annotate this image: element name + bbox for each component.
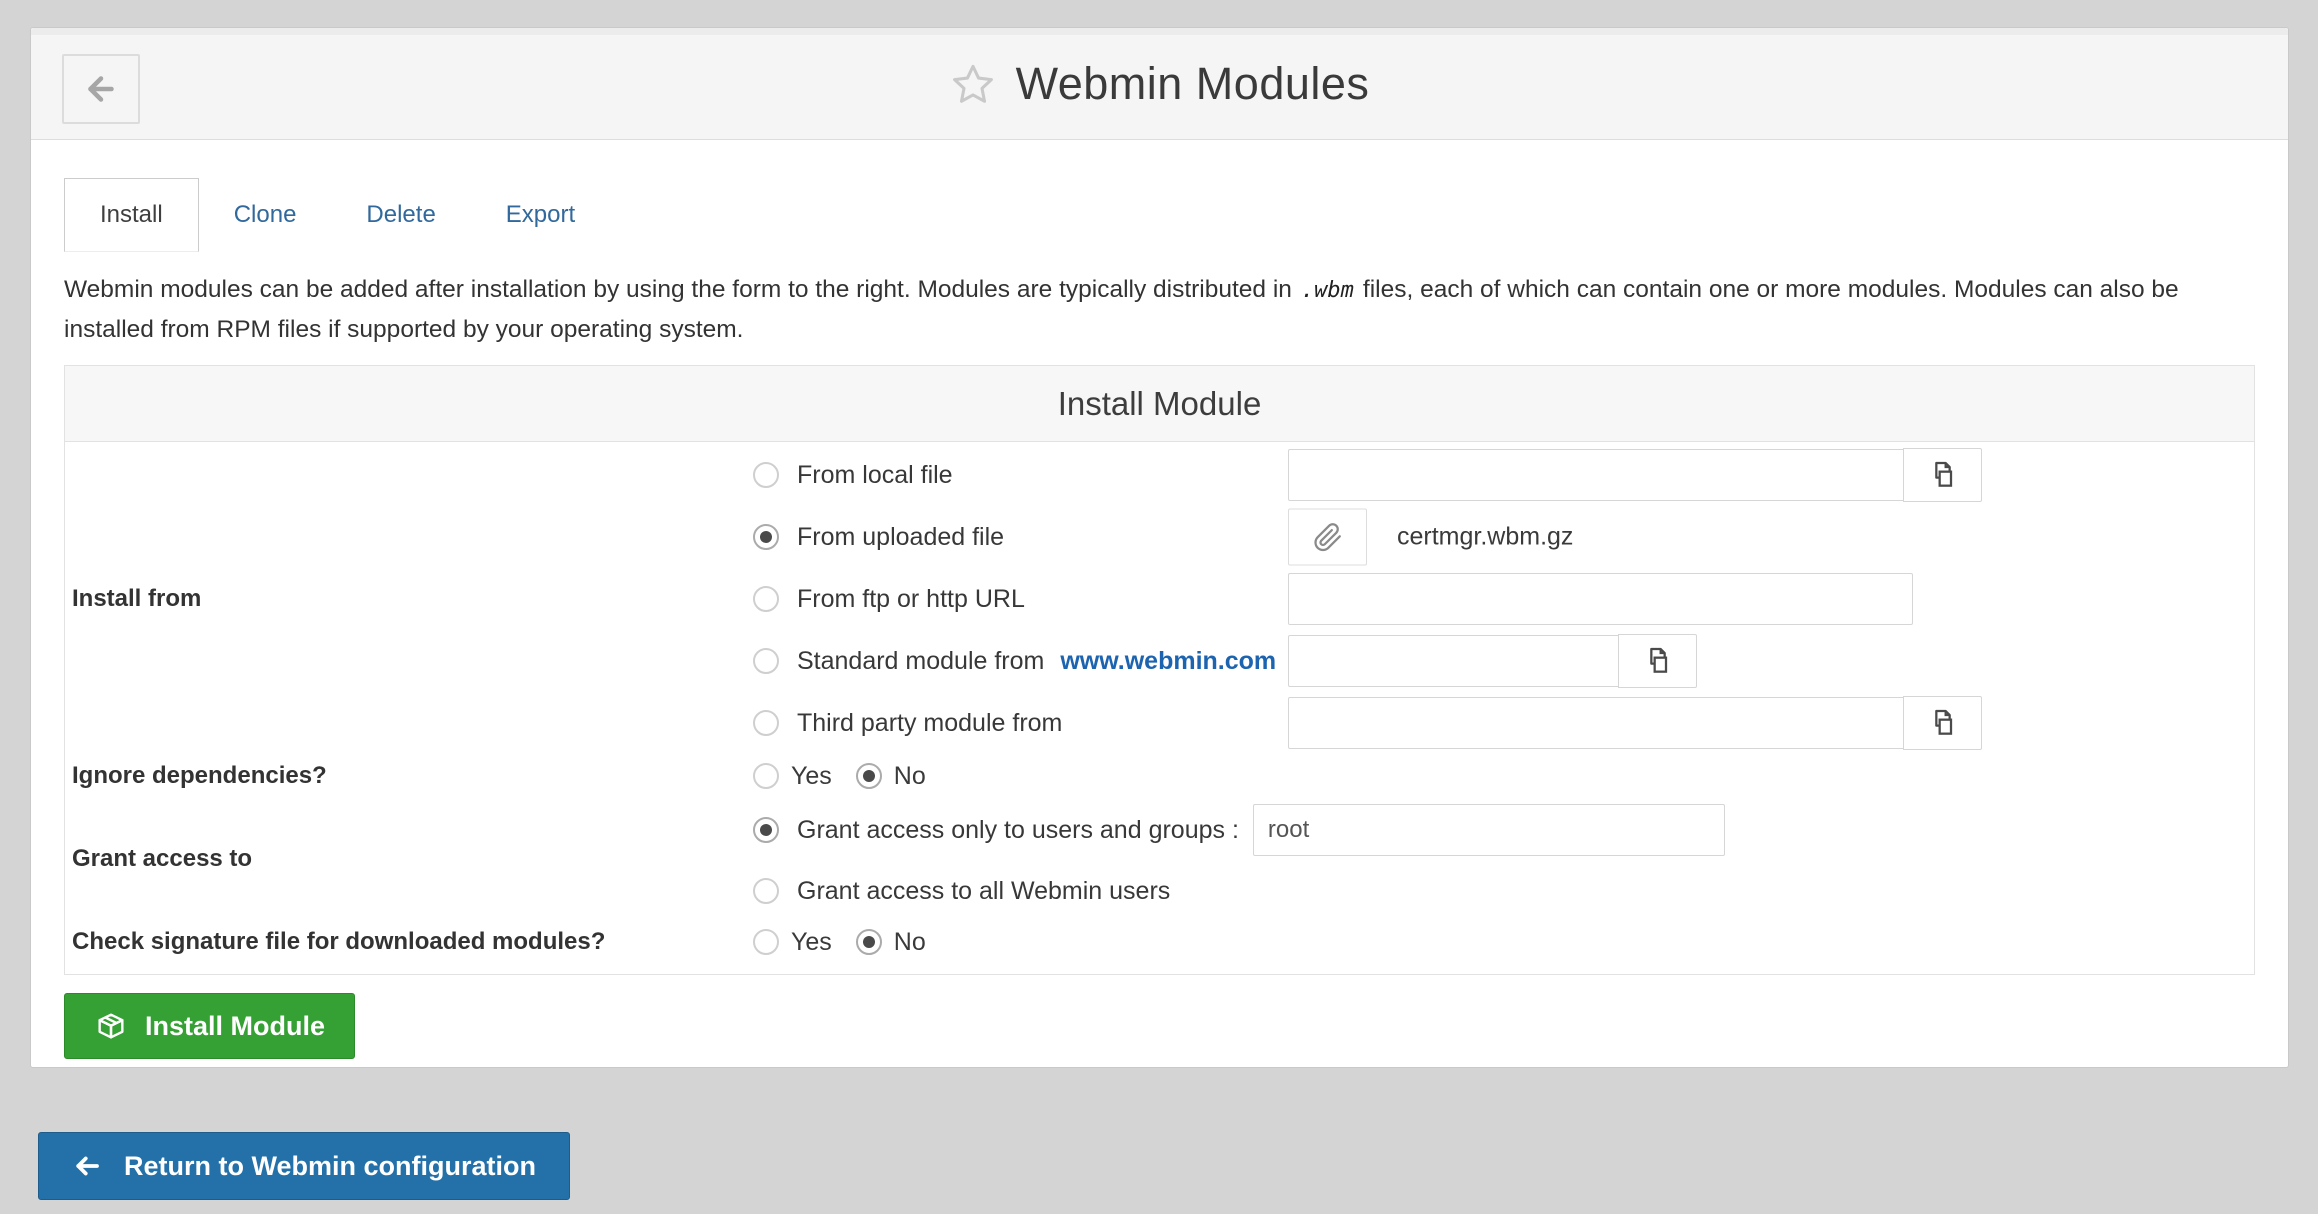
option-standard-module-label: Standard module from [797, 647, 1044, 676]
install-from-row: Install from From local file [65, 444, 2254, 754]
local-file-chooser-button[interactable] [1903, 448, 1982, 502]
return-button-label: Return to Webmin configuration [124, 1151, 536, 1182]
arrow-left-icon [72, 1151, 102, 1181]
table-body: Install from From local file [65, 442, 2254, 974]
radio-ftp-url[interactable] [753, 586, 779, 612]
check-sig-yes-label: Yes [791, 928, 832, 957]
radio-local-file[interactable] [753, 462, 779, 488]
standard-module-input[interactable] [1288, 635, 1619, 687]
uploaded-filename: certmgr.wbm.gz [1397, 523, 1573, 552]
grant-all-option-row: Grant access to all Webmin users [753, 862, 2254, 920]
page-title: Webmin Modules [1016, 58, 1370, 110]
check-sig-no-label: No [894, 928, 926, 957]
webmin-com-link[interactable]: www.webmin.com [1060, 647, 1276, 676]
table-title: Install Module [65, 366, 2254, 442]
install-from-label: Install from [65, 444, 753, 754]
radio-ignore-deps-no[interactable] [856, 763, 882, 789]
option-local-file: From local file [753, 444, 2254, 506]
radio-standard-module[interactable] [753, 648, 779, 674]
return-to-webmin-config-button[interactable]: Return to Webmin configuration [38, 1132, 570, 1200]
option-local-file-label: From local file [797, 461, 953, 490]
file-chooser-icon [1927, 459, 1959, 491]
file-chooser-icon [1642, 645, 1674, 677]
grant-users-option-row: Grant access only to users and groups : [753, 798, 2254, 862]
option-third-party: Third party module from [753, 692, 2254, 754]
option-standard-module: Standard module from www.webmin.com [753, 630, 2254, 692]
upload-file-button[interactable] [1288, 509, 1367, 566]
card-body: Install Clone Delete Export Webmin modul… [31, 178, 2288, 1059]
ftp-url-input[interactable] [1288, 573, 1913, 625]
install-module-button[interactable]: Install Module [64, 993, 355, 1059]
wbm-extension-code: .wbm [1301, 278, 1354, 303]
file-chooser-icon [1927, 707, 1959, 739]
star-outline-icon[interactable] [950, 61, 996, 107]
ignore-deps-no-label: No [894, 762, 926, 791]
arrow-left-icon [83, 71, 119, 107]
radio-check-sig-yes[interactable] [753, 929, 779, 955]
back-button[interactable] [62, 54, 140, 124]
option-ftp-url-label: From ftp or http URL [797, 585, 1025, 614]
grant-all-option-label: Grant access to all Webmin users [797, 877, 1170, 906]
ignore-dependencies-options: Yes No [753, 754, 2254, 798]
check-signature-options: Yes No [753, 920, 2254, 964]
webmin-modules-page: Webmin Modules Install Clone Delete Expo… [0, 0, 2318, 1214]
ignore-deps-yes-label: Yes [791, 762, 832, 791]
option-uploaded-file-label: From uploaded file [797, 523, 1004, 552]
page-header: Webmin Modules [31, 28, 2288, 140]
title-wrap: Webmin Modules [950, 58, 1370, 110]
third-party-input[interactable] [1288, 697, 1904, 749]
local-file-input[interactable] [1288, 449, 1904, 501]
option-uploaded-file: From uploaded file certmgr.wbm.gz [753, 506, 2254, 568]
install-module-button-label: Install Module [145, 1011, 325, 1042]
tab-install[interactable]: Install [64, 178, 199, 252]
check-signature-label: Check signature file for downloaded modu… [65, 920, 753, 964]
standard-module-chooser-button[interactable] [1618, 634, 1697, 688]
intro-part1: Webmin modules can be added after instal… [64, 276, 1292, 303]
paperclip-icon [1313, 522, 1343, 552]
install-module-table: Install Module Install from From local f… [64, 365, 2255, 975]
option-ftp-url: From ftp or http URL [753, 568, 2254, 630]
content-card: Webmin Modules Install Clone Delete Expo… [30, 27, 2289, 1068]
tab-export[interactable]: Export [471, 178, 610, 252]
option-third-party-label: Third party module from [797, 709, 1062, 738]
radio-ignore-deps-yes[interactable] [753, 763, 779, 789]
third-party-chooser-button[interactable] [1903, 696, 1982, 750]
tab-delete[interactable]: Delete [331, 178, 470, 252]
grant-users-input[interactable] [1253, 804, 1725, 856]
radio-grant-users[interactable] [753, 817, 779, 843]
grant-access-label: Grant access to [65, 798, 753, 920]
tab-bar: Install Clone Delete Export [64, 178, 2255, 252]
radio-uploaded-file[interactable] [753, 524, 779, 550]
check-signature-row: Check signature file for downloaded modu… [65, 920, 2254, 964]
package-box-icon [94, 1009, 128, 1043]
tab-clone[interactable]: Clone [199, 178, 332, 252]
intro-text: Webmin modules can be added after instal… [64, 270, 2255, 349]
install-from-options: From local file [753, 444, 2254, 754]
radio-grant-all[interactable] [753, 878, 779, 904]
ignore-dependencies-label: Ignore dependencies? [65, 754, 753, 798]
grant-users-option-label: Grant access only to users and groups : [797, 816, 1239, 845]
ignore-dependencies-row: Ignore dependencies? Yes No [65, 754, 2254, 798]
radio-check-sig-no[interactable] [856, 929, 882, 955]
radio-third-party[interactable] [753, 710, 779, 736]
grant-access-row: Grant access to Grant access only to use… [65, 798, 2254, 920]
